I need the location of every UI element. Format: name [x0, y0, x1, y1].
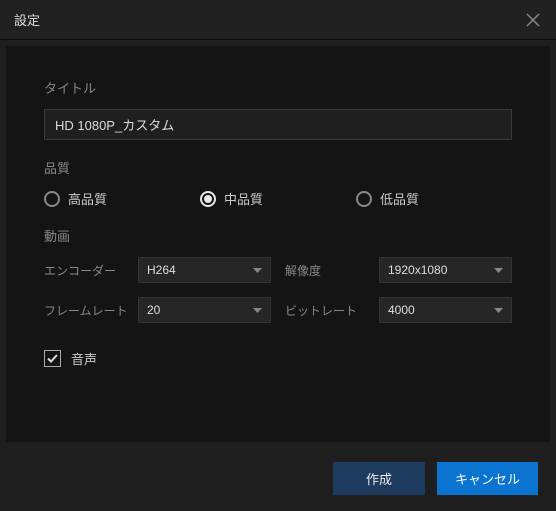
select-value: 4000	[388, 303, 415, 317]
chevron-down-icon	[494, 308, 503, 313]
chevron-down-icon	[494, 268, 503, 273]
radio-label: 中品質	[224, 189, 263, 208]
close-icon	[526, 13, 540, 27]
quality-radio-group: 高品質 中品質 低品質	[44, 189, 512, 208]
resolution-select[interactable]: 1920x1080	[379, 257, 512, 283]
cancel-button[interactable]: キャンセル	[437, 462, 538, 495]
encoder-select[interactable]: H264	[138, 257, 271, 283]
checkmark-icon	[47, 354, 58, 363]
quality-section-label: 品質	[44, 158, 512, 177]
radio-label: 低品質	[380, 189, 419, 208]
radio-label: 高品質	[68, 189, 107, 208]
radio-icon	[200, 191, 216, 207]
quality-radio-mid[interactable]: 中品質	[200, 189, 356, 208]
encoder-label: エンコーダー	[44, 262, 124, 279]
resolution-label: 解像度	[285, 262, 365, 279]
bitrate-select[interactable]: 4000	[379, 297, 512, 323]
framerate-select[interactable]: 20	[138, 297, 271, 323]
audio-checkbox[interactable]	[44, 350, 61, 367]
bitrate-label: ビットレート	[285, 302, 365, 319]
create-button[interactable]: 作成	[333, 462, 425, 495]
settings-dialog: 設定 タイトル 品質 高品質 中品質 低品質 動画 エンコーダー	[0, 0, 556, 511]
dialog-title: 設定	[14, 10, 40, 29]
quality-radio-high[interactable]: 高品質	[44, 189, 200, 208]
quality-radio-low[interactable]: 低品質	[356, 189, 512, 208]
video-settings-grid: エンコーダー H264 解像度 1920x1080 フレームレート 20 ビット…	[44, 257, 512, 323]
dialog-header: 設定	[0, 0, 556, 40]
select-value: H264	[147, 263, 176, 277]
chevron-down-icon	[253, 268, 262, 273]
dialog-footer: 作成 キャンセル	[0, 448, 556, 511]
radio-icon	[356, 191, 372, 207]
video-section-label: 動画	[44, 226, 512, 245]
audio-label: 音声	[71, 349, 97, 368]
framerate-label: フレームレート	[44, 302, 124, 319]
audio-checkbox-row: 音声	[44, 349, 512, 368]
close-button[interactable]	[524, 11, 542, 29]
dialog-content: タイトル 品質 高品質 中品質 低品質 動画 エンコーダー H264	[6, 46, 550, 442]
title-section-label: タイトル	[44, 78, 512, 97]
radio-icon	[44, 191, 60, 207]
select-value: 20	[147, 303, 160, 317]
title-input[interactable]	[44, 109, 512, 140]
select-value: 1920x1080	[388, 263, 447, 277]
chevron-down-icon	[253, 308, 262, 313]
